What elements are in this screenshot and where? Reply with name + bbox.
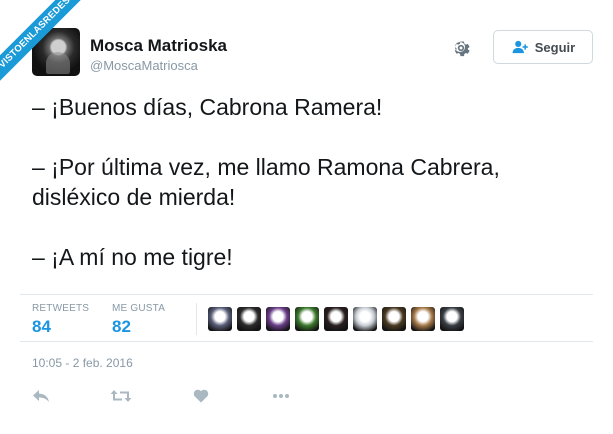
watermark-text: VISTOENLASREDES — [0, 0, 95, 93]
tweet-timestamp[interactable]: 10:05 - 2 feb. 2016 — [32, 356, 133, 370]
follow-button-label: Seguir — [534, 39, 576, 55]
likes-label: ME GUSTA — [112, 303, 166, 314]
tweet-line: – ¡Buenos días, Cabrona Ramera! — [32, 94, 383, 120]
more-icon — [273, 394, 289, 398]
tweet-stats: RETWEETS 84 ME GUSTA 82 — [20, 294, 593, 342]
like-button[interactable] — [190, 386, 212, 406]
liker-avatar[interactable] — [237, 307, 261, 331]
reply-icon — [33, 390, 49, 402]
tweet-line: – ¡Por última vez, me llamo Ramona Cabre… — [32, 154, 500, 180]
tweet-line: – ¡A mí no me tigre! — [32, 244, 233, 270]
gear-icon[interactable] — [451, 38, 471, 58]
liker-avatar[interactable] — [266, 307, 290, 331]
liker-avatar[interactable] — [411, 307, 435, 331]
retweet-icon — [110, 390, 132, 402]
liker-avatar[interactable] — [324, 307, 348, 331]
liker-avatars — [208, 307, 464, 331]
add-user-icon — [512, 40, 528, 54]
follow-button[interactable]: Seguir — [493, 30, 593, 64]
like-icon — [193, 389, 209, 403]
tweet-header: Mosca Matrioska @MoscaMatriosca Seguir — [32, 28, 593, 78]
author-name[interactable]: Mosca Matrioska — [90, 36, 227, 56]
liker-avatar[interactable] — [208, 307, 232, 331]
likes-count: 82 — [112, 317, 131, 336]
tweet-text: – ¡Buenos días, Cabrona Ramera! – ¡Por ú… — [32, 92, 592, 272]
likes-stat[interactable]: ME GUSTA 82 — [112, 303, 165, 337]
liker-avatar[interactable] — [382, 307, 406, 331]
retweets-stat[interactable]: RETWEETS 84 — [32, 303, 89, 337]
stats-divider — [196, 303, 197, 335]
retweet-button[interactable] — [110, 386, 132, 406]
liker-avatar[interactable] — [353, 307, 377, 331]
liker-avatar[interactable] — [295, 307, 319, 331]
retweets-label: RETWEETS — [32, 303, 90, 314]
reply-button[interactable] — [30, 386, 52, 406]
liker-avatar[interactable] — [440, 307, 464, 331]
retweets-count: 84 — [32, 317, 51, 336]
tweet-line: disléxico de mierda! — [32, 184, 236, 210]
watermark-ribbon: VISTOENLASREDES — [0, 0, 110, 110]
more-button[interactable] — [270, 386, 292, 406]
